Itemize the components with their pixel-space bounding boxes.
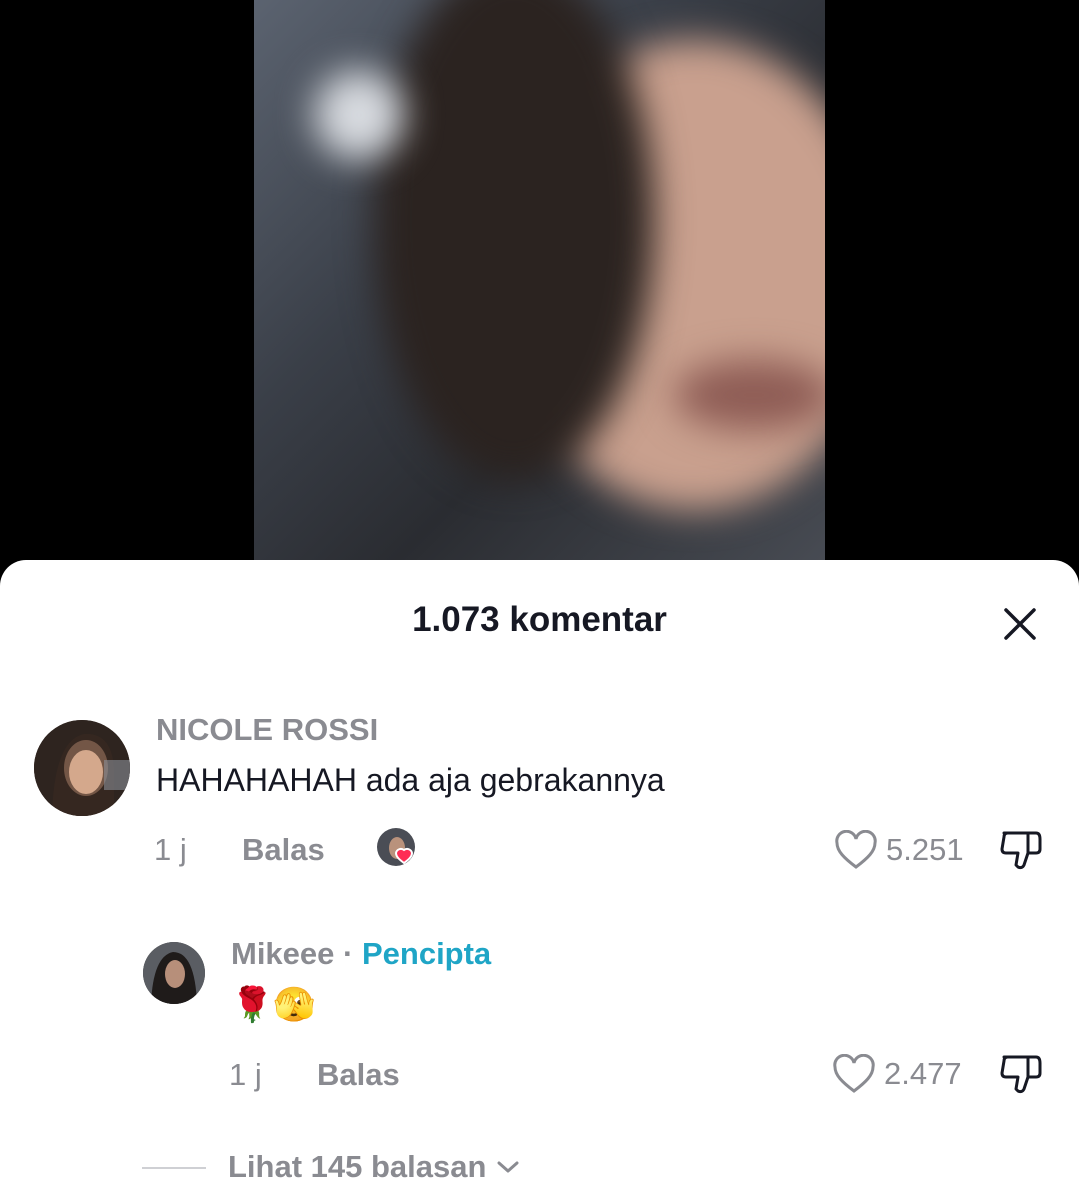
avatar[interactable] bbox=[34, 720, 130, 816]
reply-avatar-image bbox=[143, 942, 205, 1004]
replies-divider bbox=[142, 1167, 206, 1169]
close-icon[interactable] bbox=[998, 602, 1042, 646]
reply-like-button[interactable]: 2.477 bbox=[832, 1054, 962, 1094]
comment-text: HAHAHAHAH ada aja gebrakannya bbox=[156, 762, 665, 798]
heart-icon bbox=[833, 1054, 875, 1093]
comment-like-count: 5.251 bbox=[886, 832, 964, 867]
creator-badge: Pencipta bbox=[361, 936, 492, 971]
avatar-image bbox=[34, 720, 130, 816]
username-separator: · bbox=[334, 936, 362, 971]
reply-timestamp: 1 j bbox=[229, 1057, 262, 1092]
comments-sheet: 1.073 komentar NICOLE ROSSI HAHAHAHAH ad… bbox=[0, 560, 1079, 1200]
dislike-icon[interactable] bbox=[998, 1051, 1044, 1097]
reply-avatar[interactable] bbox=[143, 942, 205, 1004]
creator-liked-badge bbox=[376, 827, 428, 871]
view-replies-button[interactable]: Lihat 145 balasan bbox=[228, 1149, 520, 1185]
dislike-icon[interactable] bbox=[998, 827, 1044, 873]
video-blur-mouth bbox=[674, 360, 825, 430]
reply-like-count: 2.477 bbox=[884, 1056, 962, 1091]
reply-button[interactable]: Balas bbox=[242, 832, 325, 868]
chevron-down-icon bbox=[497, 1161, 519, 1173]
comments-count-title: 1.073 komentar bbox=[412, 600, 667, 639]
heart-icon bbox=[835, 830, 877, 869]
video-player[interactable] bbox=[254, 0, 825, 600]
creator-liked-icon bbox=[377, 828, 415, 866]
comment-timestamp: 1 j bbox=[154, 832, 187, 867]
reply-reply-button[interactable]: Balas bbox=[317, 1057, 400, 1093]
video-blur-light bbox=[314, 70, 404, 160]
reply-text: 🌹🫣 bbox=[231, 986, 316, 1024]
view-replies-label: Lihat 145 balasan bbox=[228, 1149, 487, 1184]
reply-username[interactable]: Mikeee bbox=[231, 936, 334, 971]
comment-username[interactable]: NICOLE ROSSI bbox=[156, 712, 378, 748]
comment-like-button[interactable]: 5.251 bbox=[834, 830, 964, 870]
reply-username-line: Mikeee · Pencipta bbox=[231, 936, 491, 972]
